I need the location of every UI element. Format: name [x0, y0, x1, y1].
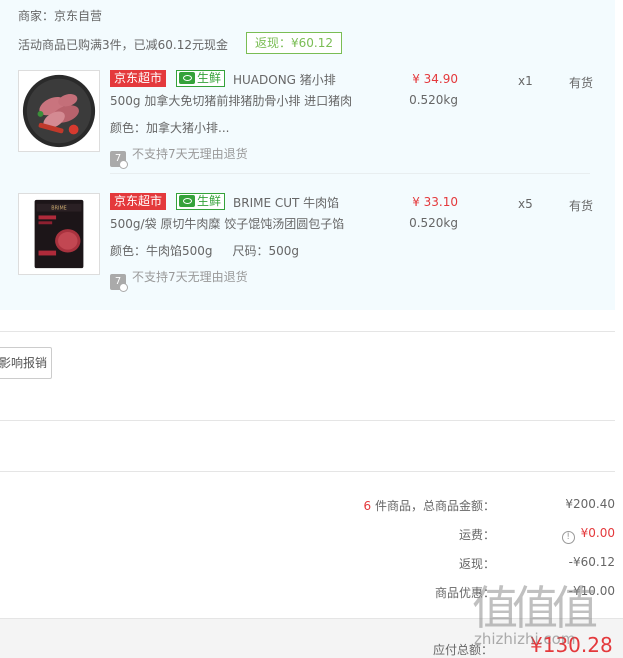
- freight-label: 运费：: [458, 528, 495, 542]
- freight-value-wrap: ! ¥0.00: [505, 526, 615, 544]
- discount-value: -¥10.00: [568, 584, 615, 598]
- attr-size: 尺码：500g: [232, 244, 300, 258]
- fish-icon: [179, 195, 195, 207]
- item-divider: [110, 173, 590, 174]
- payable-bar: 应付总额： ¥130.28: [0, 618, 623, 658]
- fresh-badge: 生鲜: [176, 70, 226, 87]
- section-divider: [0, 331, 615, 332]
- seven-day-return-icon: 7: [110, 274, 128, 292]
- jd-supermarket-badge: 京东超市: [110, 70, 167, 87]
- product-attrs: 颜色：牛肉馅500g 尺码：500g: [110, 242, 299, 259]
- no-return-text: 不支持7天无理由退货: [132, 270, 248, 284]
- no-return-notice: 7 不支持7天无理由退货: [110, 268, 248, 292]
- discount-label: 商品优惠：: [434, 586, 495, 600]
- pork-ribs-image: [19, 71, 99, 151]
- product-title-line1[interactable]: BRIME CUT 牛肉馅: [233, 194, 339, 211]
- attr-color: 颜色：加拿大猪小排...: [110, 121, 230, 135]
- product-attrs: 颜色：加拿大猪小排...: [110, 119, 229, 136]
- item-stock-status: 有货: [569, 76, 594, 90]
- promo-text: 活动商品已购满3件，已减60.12元现金: [18, 38, 228, 52]
- fish-icon: [179, 72, 195, 84]
- order-items-panel: 商家：京东自营 活动商品已购满3件，已减60.12元现金 返现：¥60.12 京…: [0, 0, 615, 310]
- fresh-badge-label: 生鲜: [197, 71, 222, 85]
- svg-text:BRIME: BRIME: [51, 206, 66, 212]
- product-image-beef-mince[interactable]: BRIME: [18, 193, 100, 275]
- seven-day-return-icon: 7: [110, 151, 128, 169]
- checkout-page: 商家：京东自营 活动商品已购满3件，已减60.12元现金 返现：¥60.12 京…: [0, 0, 623, 658]
- expense-report-label: 影响报销: [0, 356, 48, 370]
- goods-total-label: 6 件商品，总商品金额：: [364, 497, 495, 513]
- beef-mince-image: BRIME: [19, 194, 99, 274]
- product-image-pork-ribs[interactable]: [18, 70, 100, 152]
- rebate-value: -¥60.12: [568, 555, 615, 569]
- product-title-line2[interactable]: 500g 加拿大免切猪前排猪肋骨小排 进口猪肉: [110, 92, 352, 109]
- rebate-tag: 返现：¥60.12: [246, 32, 342, 54]
- attr-color: 颜色：牛肉馅500g: [110, 244, 213, 258]
- product-title-line2[interactable]: 500g/袋 原切牛肉糜 饺子馄饨汤团圆包子馅: [110, 215, 344, 232]
- cart-item: 京东超市 生鲜 HUADONG 猪小排 500g 加拿大免切猪前排猪肋骨小排 进…: [18, 70, 598, 180]
- item-price: ¥ 33.10: [412, 195, 458, 209]
- goods-total-value: ¥200.40: [565, 497, 615, 511]
- item-weight: 0.520kg: [409, 216, 458, 230]
- fresh-badge-label: 生鲜: [197, 194, 222, 208]
- goods-total-text: 件商品，总商品金额：: [371, 499, 495, 513]
- freight-value: ¥0.00: [580, 526, 615, 540]
- no-return-text: 不支持7天无理由退货: [132, 147, 248, 161]
- rebate-label: 返现：: [458, 557, 495, 571]
- fresh-badge: 生鲜: [176, 193, 226, 210]
- payable-value: ¥130.28: [530, 633, 613, 657]
- item-weight: 0.520kg: [409, 93, 458, 107]
- section-divider: [0, 420, 615, 421]
- jd-supermarket-badge: 京东超市: [110, 193, 167, 210]
- item-price: ¥ 34.90: [412, 72, 458, 86]
- item-quantity: x1: [518, 74, 533, 88]
- cart-item: BRIME 京东超市 生鲜 BRIME CUT 牛肉馅 500g/袋 原切牛肉糜…: [18, 193, 598, 303]
- info-icon[interactable]: !: [561, 531, 575, 544]
- expense-report-button[interactable]: 影响报销: [0, 347, 52, 379]
- seller-label: 商家：京东自营: [18, 9, 103, 23]
- payable-label: 应付总额：: [432, 643, 493, 657]
- item-stock-status: 有货: [569, 199, 594, 213]
- item-quantity: x5: [518, 197, 533, 211]
- product-title-line1[interactable]: HUADONG 猪小排: [233, 71, 336, 88]
- section-divider: [0, 471, 615, 472]
- no-return-notice: 7 不支持7天无理由退货: [110, 145, 248, 169]
